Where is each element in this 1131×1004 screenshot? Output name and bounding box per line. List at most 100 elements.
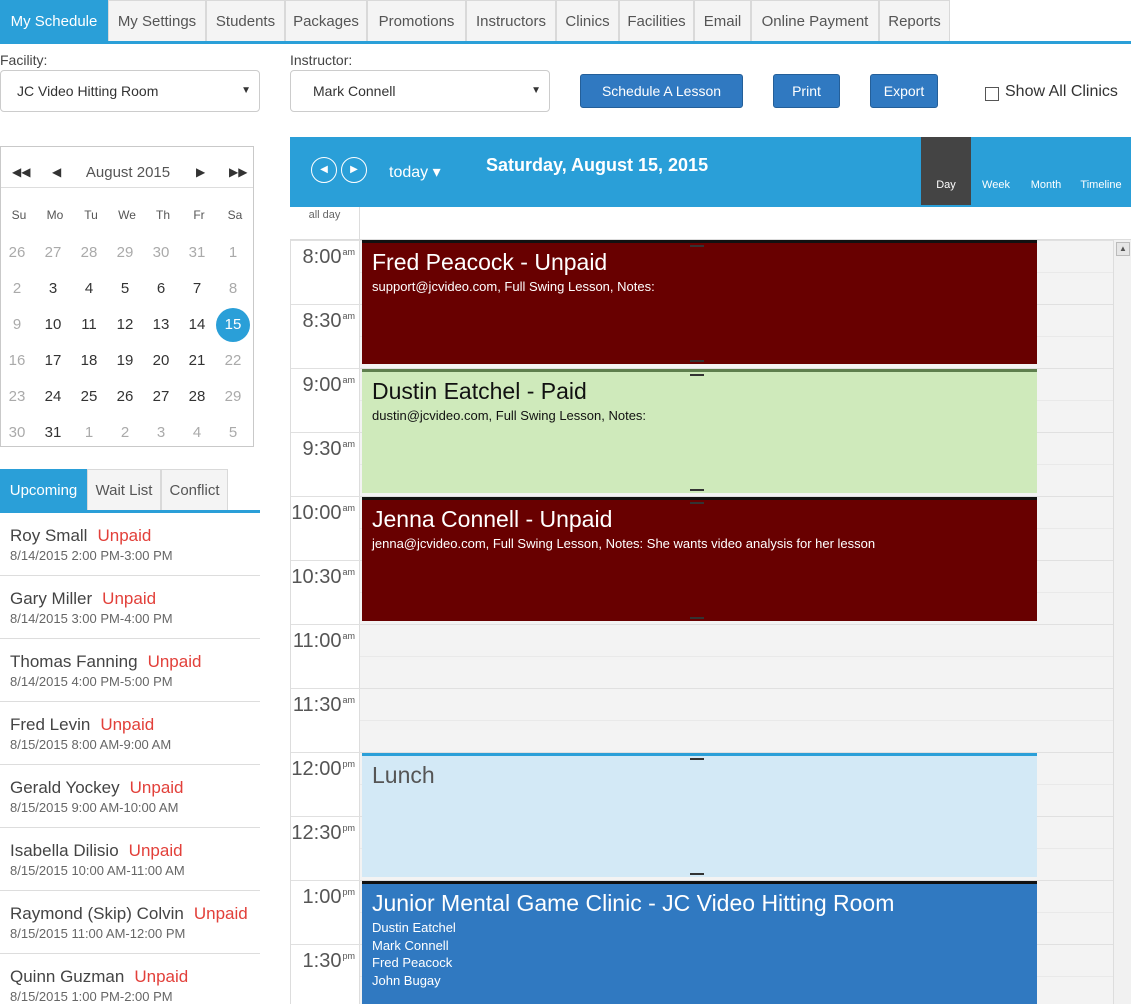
calendar-day[interactable]: 1: [72, 416, 106, 450]
calendar-day[interactable]: 31: [180, 236, 214, 270]
list-item[interactable]: Raymond (Skip) Colvin Unpaid 8/15/2015 11:…: [0, 891, 260, 954]
calendar-day[interactable]: 12: [108, 308, 142, 342]
resize-handle-top[interactable]: [690, 758, 704, 760]
calendar-day[interactable]: 5: [108, 272, 142, 306]
calendar-day[interactable]: 26: [108, 380, 142, 414]
tab-wait-list[interactable]: Wait List: [87, 469, 161, 510]
view-timeline[interactable]: Timeline: [1071, 137, 1131, 205]
print-button[interactable]: Print: [773, 74, 840, 108]
calendar-day[interactable]: 20: [144, 344, 178, 378]
calendar-day[interactable]: 28: [180, 380, 214, 414]
calendar-day[interactable]: 7: [180, 272, 214, 306]
calendar-day[interactable]: 16: [0, 344, 34, 378]
calendar-event-unpaid[interactable]: Jenna Connell - Unpaid jenna@jcvideo.com,…: [362, 497, 1037, 621]
resize-handle-top[interactable]: [690, 502, 704, 504]
tab-promotions[interactable]: Promotions: [367, 0, 466, 41]
schedule-date-title: Saturday, August 15, 2015: [486, 155, 709, 175]
view-week[interactable]: Week: [971, 137, 1021, 205]
calendar-day[interactable]: 10: [36, 308, 70, 342]
tab-my-schedule[interactable]: My Schedule: [0, 0, 108, 41]
calendar-day[interactable]: 29: [216, 380, 250, 414]
calendar-day[interactable]: 2: [108, 416, 142, 450]
list-item[interactable]: Roy Small Unpaid 8/14/2015 2:00 PM-3:00 PM: [0, 513, 260, 576]
calendar-day[interactable]: 4: [72, 272, 106, 306]
view-day[interactable]: Day: [921, 137, 971, 205]
facility-select[interactable]: JC Video Hitting Room ▼: [0, 70, 260, 112]
calendar-day[interactable]: 27: [144, 380, 178, 414]
calendar-day[interactable]: 26: [0, 236, 34, 270]
next-day-button[interactable]: ▶: [341, 157, 367, 183]
calendar-day[interactable]: 18: [72, 344, 106, 378]
tab-upcoming[interactable]: Upcoming: [0, 469, 87, 510]
calendar-event-clinic[interactable]: Junior Mental Game Clinic - JC Video Hit…: [362, 881, 1037, 1004]
calendar-day[interactable]: 11: [72, 308, 106, 342]
calendar-day[interactable]: 15: [216, 308, 250, 342]
show-all-clinics-checkbox[interactable]: [985, 87, 999, 101]
tab-email[interactable]: Email: [694, 0, 751, 41]
next-month-icon[interactable]: ▶: [196, 165, 205, 179]
show-all-clinics-label[interactable]: Show All Clinics: [1005, 83, 1118, 101]
calendar-day[interactable]: 30: [144, 236, 178, 270]
calendar-day[interactable]: 19: [108, 344, 142, 378]
scroll-up-icon[interactable]: ▲: [1116, 242, 1130, 256]
calendar-day[interactable]: 30: [0, 416, 34, 450]
calendar-day[interactable]: 29: [108, 236, 142, 270]
list-item[interactable]: Fred Levin Unpaid 8/15/2015 8:00 AM-9:00 A…: [0, 702, 260, 765]
calendar-day[interactable]: 4: [180, 416, 214, 450]
today-button[interactable]: today ▾: [389, 162, 441, 182]
list-item[interactable]: Gerald Yockey Unpaid 8/15/2015 9:00 AM-10:…: [0, 765, 260, 828]
calendar-day[interactable]: 24: [36, 380, 70, 414]
tab-packages[interactable]: Packages: [285, 0, 367, 41]
calendar-day[interactable]: 22: [216, 344, 250, 378]
calendar-day[interactable]: 2: [0, 272, 34, 306]
tab-students[interactable]: Students: [206, 0, 285, 41]
tab-online-payment[interactable]: Online Payment: [751, 0, 879, 41]
resize-handle-bottom[interactable]: [690, 873, 704, 875]
student-name-text: Thomas Fanning: [10, 652, 138, 671]
tab-clinics[interactable]: Clinics: [556, 0, 619, 41]
resize-handle-top[interactable]: [690, 374, 704, 376]
calendar-day[interactable]: 21: [180, 344, 214, 378]
day-grid[interactable]: 8:00am 8:30am 9:00am 9:30am 10:00am 10:30am 11…: [290, 240, 1113, 1004]
calendar-day[interactable]: 6: [144, 272, 178, 306]
calendar-day[interactable]: 3: [144, 416, 178, 450]
calendar-day[interactable]: 3: [36, 272, 70, 306]
tab-conflict[interactable]: Conflict: [161, 469, 228, 510]
calendar-day[interactable]: 28: [72, 236, 106, 270]
list-item[interactable]: Gary Miller Unpaid 8/14/2015 3:00 PM-4:00 …: [0, 576, 260, 639]
resize-handle-bottom[interactable]: [690, 617, 704, 619]
vertical-scrollbar[interactable]: ▲: [1113, 240, 1131, 1004]
tab-reports[interactable]: Reports: [879, 0, 950, 41]
calendar-day[interactable]: 14: [180, 308, 214, 342]
view-month[interactable]: Month: [1021, 137, 1071, 205]
resize-handle-bottom[interactable]: [690, 360, 704, 362]
tab-instructors[interactable]: Instructors: [466, 0, 556, 41]
calendar-day[interactable]: 1: [216, 236, 250, 270]
list-item[interactable]: Quinn Guzman Unpaid 8/15/2015 1:00 PM-2:00…: [0, 954, 260, 1004]
prev-day-button[interactable]: ◀: [311, 157, 337, 183]
list-item[interactable]: Isabella Dilisio Unpaid 8/15/2015 10:00 AM…: [0, 828, 260, 891]
export-button[interactable]: Export: [870, 74, 938, 108]
list-item[interactable]: Thomas Fanning Unpaid 8/14/2015 4:00 PM-5:…: [0, 639, 260, 702]
calendar-event-paid[interactable]: Dustin Eatchel - Paid dustin@jcvideo.com,…: [362, 369, 1037, 493]
calendar-day[interactable]: 13: [144, 308, 178, 342]
instructor-select[interactable]: Mark Connell ▼: [290, 70, 550, 112]
tab-facilities[interactable]: Facilities: [619, 0, 694, 41]
tab-my-settings[interactable]: My Settings: [108, 0, 206, 41]
calendar-day[interactable]: 5: [216, 416, 250, 450]
next-year-icon[interactable]: ▶▶: [229, 165, 247, 179]
calendar-day[interactable]: 23: [0, 380, 34, 414]
calendar-day[interactable]: 25: [72, 380, 106, 414]
calendar-event-lunch[interactable]: Lunch: [362, 753, 1037, 877]
calendar-day[interactable]: 31: [36, 416, 70, 450]
calendar-day[interactable]: 8: [216, 272, 250, 306]
calendar-day[interactable]: 17: [36, 344, 70, 378]
resize-handle-bottom[interactable]: [690, 489, 704, 491]
schedule-lesson-button[interactable]: Schedule A Lesson: [580, 74, 743, 108]
calendar-day[interactable]: 9: [0, 308, 34, 342]
all-day-row[interactable]: all day: [290, 207, 1131, 240]
calendar-day[interactable]: 27: [36, 236, 70, 270]
lesson-datetime: 8/14/2015 3:00 PM-4:00 PM: [10, 611, 173, 626]
resize-handle-top[interactable]: [690, 245, 704, 247]
calendar-event-unpaid[interactable]: Fred Peacock - Unpaid support@jcvideo.com…: [362, 240, 1037, 364]
